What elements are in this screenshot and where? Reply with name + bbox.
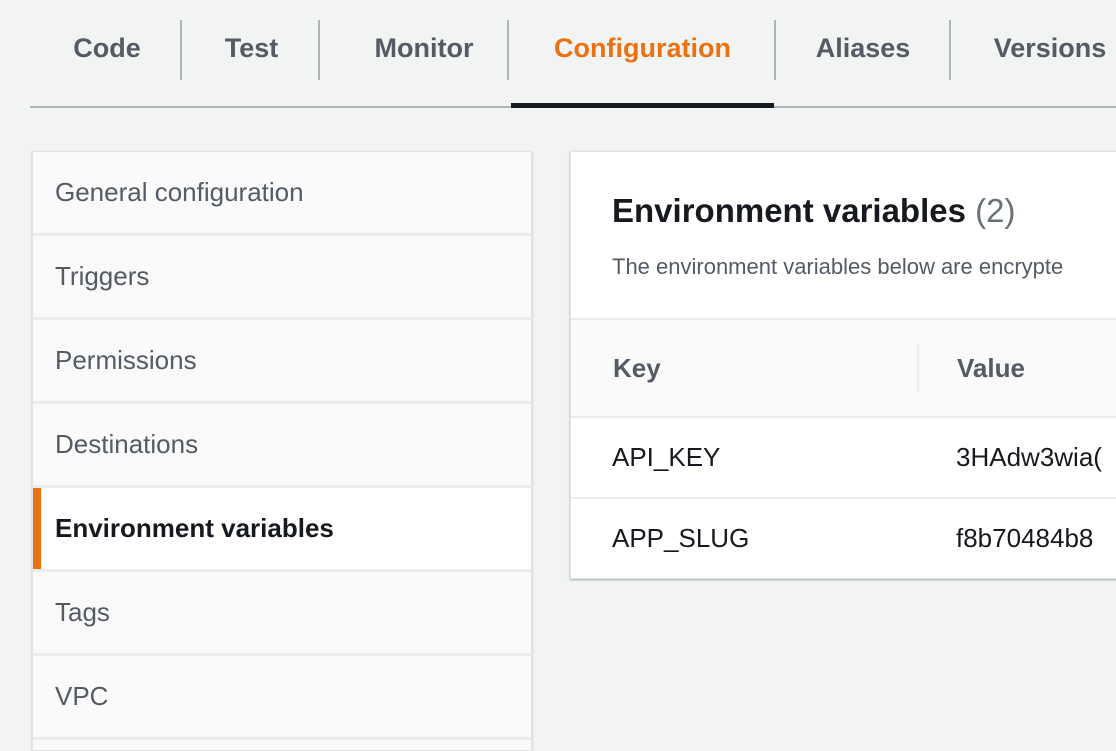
sidebar-item-permissions[interactable]: Permissions: [33, 320, 531, 404]
tab-divider: [949, 20, 951, 80]
sidebar-item-tags[interactable]: Tags: [33, 572, 531, 656]
panel-title: Environment variables (2): [612, 192, 1015, 230]
variable-count: (2): [975, 192, 1016, 229]
sidebar-item-label: Permissions: [55, 345, 197, 375]
table-header: Key Value: [571, 320, 1116, 418]
env-key-cell: APP_SLUG: [612, 523, 750, 553]
panel-title-text: Environment variables: [612, 192, 966, 229]
tab-code[interactable]: Code: [54, 0, 160, 106]
sidebar-item-label: General configuration: [55, 177, 304, 207]
tab-monitor[interactable]: Monitor: [340, 0, 508, 106]
tab-versions[interactable]: Versions: [970, 0, 1116, 106]
column-header-key[interactable]: Key: [613, 353, 661, 384]
configuration-sidebar: General configuration Triggers Permissio…: [32, 151, 532, 751]
env-value-cell: f8b70484b8: [956, 523, 1094, 553]
sidebar-item-general-configuration[interactable]: General configuration: [33, 152, 531, 236]
sidebar-item-label: VPC: [55, 681, 109, 711]
sidebar-item-destinations[interactable]: Destinations: [33, 404, 531, 488]
tab-divider: [507, 20, 509, 80]
env-value-cell: 3HAdw3wia(: [956, 442, 1102, 472]
sidebar-item-environment-variables[interactable]: Environment variables: [33, 488, 531, 572]
column-header-value[interactable]: Value: [957, 353, 1025, 384]
table-row: APP_SLUG f8b70484b8: [571, 497, 1116, 577]
tab-divider: [318, 20, 320, 80]
sidebar-item-triggers[interactable]: Triggers: [33, 236, 531, 320]
sidebar-item-label: Destinations: [55, 429, 199, 459]
sidebar-item-label: Tags: [55, 597, 110, 627]
tab-aliases[interactable]: Aliases: [790, 0, 936, 106]
panel-header: Environment variables (2) The environmen…: [571, 152, 1116, 320]
sidebar-item-label: Triggers: [55, 261, 150, 291]
column-divider[interactable]: [917, 344, 919, 392]
panel-description: The environment variables below are encr…: [612, 254, 1064, 279]
sidebar-item-vpc[interactable]: VPC: [33, 656, 531, 740]
table-row: API_KEY 3HAdw3wia(: [571, 418, 1116, 498]
env-key-cell: API_KEY: [612, 442, 721, 472]
tab-divider: [774, 20, 776, 80]
sidebar-item-label: Environment variables: [55, 513, 334, 543]
active-indicator: [33, 488, 41, 569]
tab-divider: [180, 20, 182, 80]
tab-bar: Code Test Monitor Configuration Aliases …: [30, 0, 1116, 108]
tab-configuration[interactable]: Configuration: [511, 0, 774, 108]
environment-variables-panel: Environment variables (2) The environmen…: [570, 151, 1116, 579]
tab-test[interactable]: Test: [200, 0, 303, 106]
